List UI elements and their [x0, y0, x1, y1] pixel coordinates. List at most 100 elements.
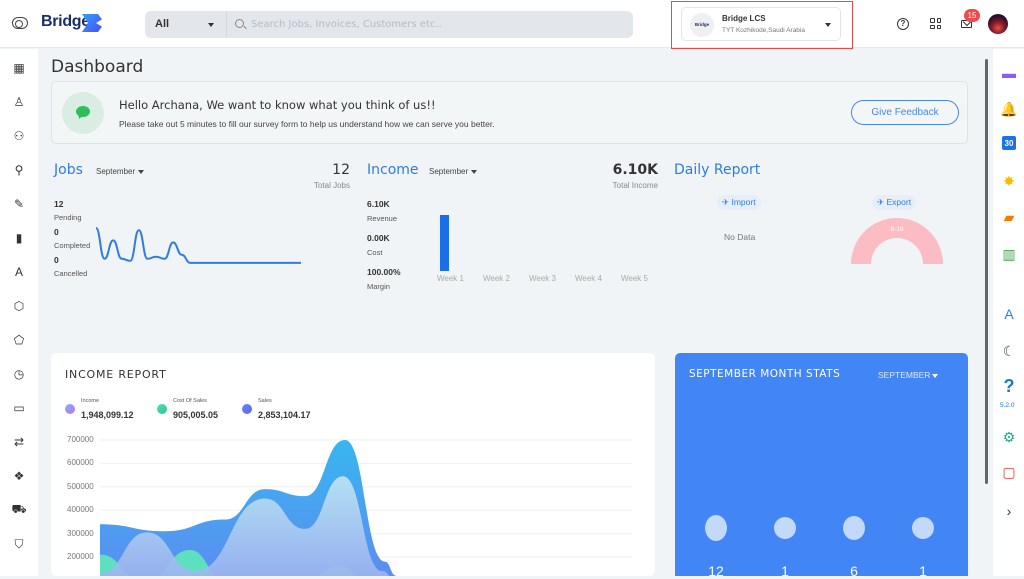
rightbar-item-settings[interactable]: ⚙ — [1000, 428, 1018, 446]
legend-dot — [65, 404, 75, 414]
gauge-slice-label: 8-10 — [890, 226, 903, 233]
sidebar-item-tags[interactable]: ⬠ — [10, 331, 28, 349]
rightbar-item-language[interactable]: A — [1000, 305, 1018, 323]
legend-dot — [242, 404, 252, 414]
legend-name: Cost Of Sales — [173, 398, 207, 404]
folder-icon: ▰ — [1003, 208, 1015, 225]
rightbar-item-feedback[interactable]: ▢ — [1000, 463, 1018, 481]
income-stat-value: 0.00K — [367, 233, 390, 243]
stat-bubble — [912, 516, 934, 540]
income-period: September — [429, 167, 469, 176]
legend-value: 905,005.05 — [173, 410, 219, 420]
jobs-stat-label: Completed — [54, 241, 91, 250]
jobs-stat-label: Pending — [54, 213, 82, 222]
jobs-title: Jobs — [54, 162, 83, 178]
month-stats-period-select[interactable]: SEPTEMBER — [878, 370, 939, 380]
month-stats-title: SEPTEMBER MONTH STATS — [689, 368, 841, 380]
legend-name: Income — [81, 398, 100, 404]
cart-icon: ⛟ — [11, 502, 27, 516]
feedback-subtitle: Please take out 5 minutes to fill our su… — [119, 119, 495, 129]
bar-chart-icon: ▮ — [15, 231, 23, 245]
codepen-icon: ❖ — [13, 469, 25, 483]
income-title: Income — [367, 162, 419, 178]
sidebar-item-reports[interactable]: ▮ — [10, 229, 28, 247]
gear-icon: ⚙ — [1002, 428, 1016, 445]
jobs-period-select[interactable]: September — [96, 167, 145, 176]
week-tick-label: Week 4 — [575, 274, 602, 283]
sidebar-item-fonts[interactable]: A — [10, 263, 28, 281]
sidebar-toggle-icon[interactable] — [12, 17, 28, 29]
sidebar-item-payments[interactable]: ▭ — [10, 399, 28, 417]
rightbar-item-chat[interactable]: ▬ — [1000, 64, 1018, 82]
help-icon[interactable]: ? — [897, 18, 909, 30]
search-icon — [235, 19, 244, 28]
bell-icon: 🔔 — [1000, 100, 1018, 117]
rightbar-item-stickers[interactable]: ✸ — [1000, 172, 1018, 190]
search-scope-value: All — [155, 18, 170, 30]
legend-name: Sales — [258, 398, 272, 404]
user-icon: ♙ — [13, 95, 25, 109]
left-sidebar: ▦ ♙ ⚇ ⚲ ✎ ▮ A ⬡ ⬠ ◷ ▭ ⇄ ❖ ⛟ ⛉ — [0, 49, 38, 576]
version-label: 5.2.0 — [1000, 402, 1015, 409]
export-tab[interactable]: ✈ Export — [872, 195, 917, 210]
notification-badge: 15 — [964, 9, 980, 22]
export-gauge-chart: 8-10 — [851, 218, 943, 264]
caret-down-icon — [932, 373, 939, 378]
sidebar-item-cart[interactable]: ⛟ — [10, 501, 28, 519]
rightbar-item-guide[interactable]: ▥ — [1000, 245, 1018, 263]
sidebar-item-history[interactable]: ◷ — [10, 365, 28, 383]
grid-icon: ▦ — [13, 61, 25, 75]
rightbar-item-help[interactable]: ? — [1000, 376, 1018, 396]
sidebar-item-users[interactable]: ⚇ — [10, 127, 28, 145]
stat-bubble — [705, 515, 727, 541]
app-logo[interactable]: Bridge — [41, 13, 90, 31]
sidebar-item-add-user[interactable]: ⚲ — [10, 161, 28, 179]
rightbar-item-collapse[interactable]: › — [1000, 502, 1018, 520]
y-tick-label: 400000 — [67, 505, 94, 515]
import-label: Import — [731, 197, 756, 207]
scrollbar-thumb[interactable] — [985, 59, 988, 484]
translate-icon: A — [1004, 306, 1014, 322]
apps-grid-icon[interactable] — [930, 18, 941, 29]
income-stat-label: Margin — [367, 282, 390, 291]
income-period-select[interactable]: September — [429, 167, 478, 176]
stat-value: 6 — [850, 563, 858, 579]
badge-icon: ✸ — [1003, 172, 1015, 189]
page-title: Dashboard — [51, 57, 144, 77]
search-scope-select[interactable]: All — [145, 11, 227, 38]
rightbar-item-files[interactable]: ▰ — [1000, 208, 1018, 226]
rightbar-item-dark-mode[interactable]: ☾ — [1000, 342, 1018, 360]
feedback-icon-circle — [62, 92, 104, 134]
area-series-income — [100, 476, 396, 576]
search-input[interactable] — [251, 15, 621, 34]
company-selector[interactable]: Bridge Bridge LCS TYT Kozhikode,Saudi Ar… — [681, 7, 841, 41]
user-avatar[interactable] — [988, 14, 1008, 34]
sidebar-item-products[interactable]: ⬡ — [10, 297, 28, 315]
sidebar-item-dashboard[interactable]: ▦ — [10, 59, 28, 77]
week-tick-label: Week 2 — [483, 274, 510, 283]
rightbar-item-notifications[interactable]: 🔔 — [1000, 100, 1018, 118]
sidebar-item-integrations[interactable]: ❖ — [10, 467, 28, 485]
y-tick-label: 700000 — [67, 435, 94, 444]
import-tab[interactable]: ✈ Import — [717, 195, 761, 210]
stat-value: 12 — [708, 563, 724, 579]
jobs-period: September — [96, 167, 136, 176]
stat-bubble — [774, 516, 796, 540]
jobs-stat-value: 0 — [54, 227, 59, 237]
sidebar-item-edit[interactable]: ✎ — [10, 195, 28, 213]
income-bar — [440, 215, 449, 271]
give-feedback-button[interactable]: Give Feedback — [851, 100, 959, 125]
sidebar-item-transfers[interactable]: ⇄ — [10, 433, 28, 451]
income-report-title: INCOME REPORT — [65, 368, 167, 381]
sidebar-item-user[interactable]: ♙ — [10, 93, 28, 111]
sidebar-item-security[interactable]: ⛉ — [10, 535, 28, 553]
font-icon: A — [14, 265, 23, 279]
box-icon: ⬡ — [13, 299, 25, 313]
month-stats-period: SEPTEMBER — [878, 370, 931, 380]
export-label: Export — [886, 197, 912, 207]
rightbar-item-calendar[interactable]: 30 — [1002, 136, 1016, 150]
company-location: TYT Kozhikode,Saudi Arabia — [722, 27, 805, 34]
jobs-trend-chart — [96, 227, 301, 264]
no-data-label: No Data — [724, 232, 756, 242]
user-plus-icon: ⚲ — [14, 163, 24, 177]
